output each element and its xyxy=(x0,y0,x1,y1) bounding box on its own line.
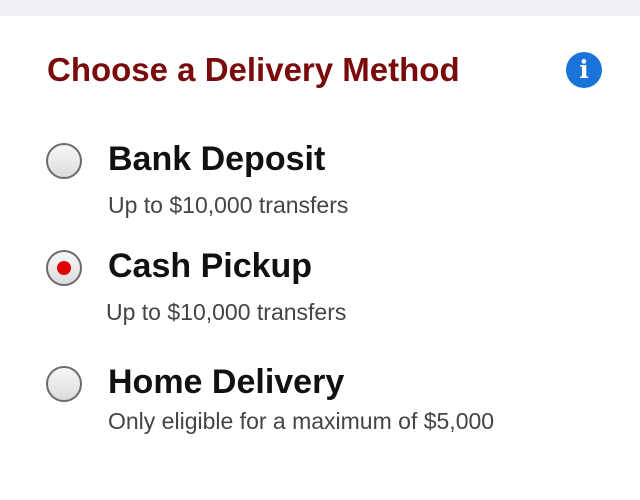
radio-selected-dot xyxy=(57,261,71,275)
option-home-delivery[interactable]: Home Delivery Only eligible for a maximu… xyxy=(44,363,614,446)
radio-cash-pickup[interactable] xyxy=(46,250,82,286)
option-cash-pickup[interactable]: Cash Pickup Up to $10,000 transfers xyxy=(44,247,614,330)
page-title: Choose a Delivery Method xyxy=(47,51,460,88)
radio-home-delivery[interactable] xyxy=(46,366,82,402)
info-icon[interactable]: i xyxy=(566,52,602,88)
option-label: Home Delivery xyxy=(108,363,345,401)
top-band xyxy=(0,0,640,16)
option-description: Up to $10,000 transfers xyxy=(108,192,349,218)
option-description: Only eligible for a maximum of $5,000 xyxy=(108,408,495,434)
option-label: Cash Pickup xyxy=(108,247,313,285)
radio-bank-deposit[interactable] xyxy=(46,143,82,179)
option-description: Up to $10,000 transfers xyxy=(106,299,347,325)
option-bank-deposit[interactable]: Bank Deposit Up to $10,000 transfers xyxy=(44,140,614,223)
option-label: Bank Deposit xyxy=(108,140,326,178)
